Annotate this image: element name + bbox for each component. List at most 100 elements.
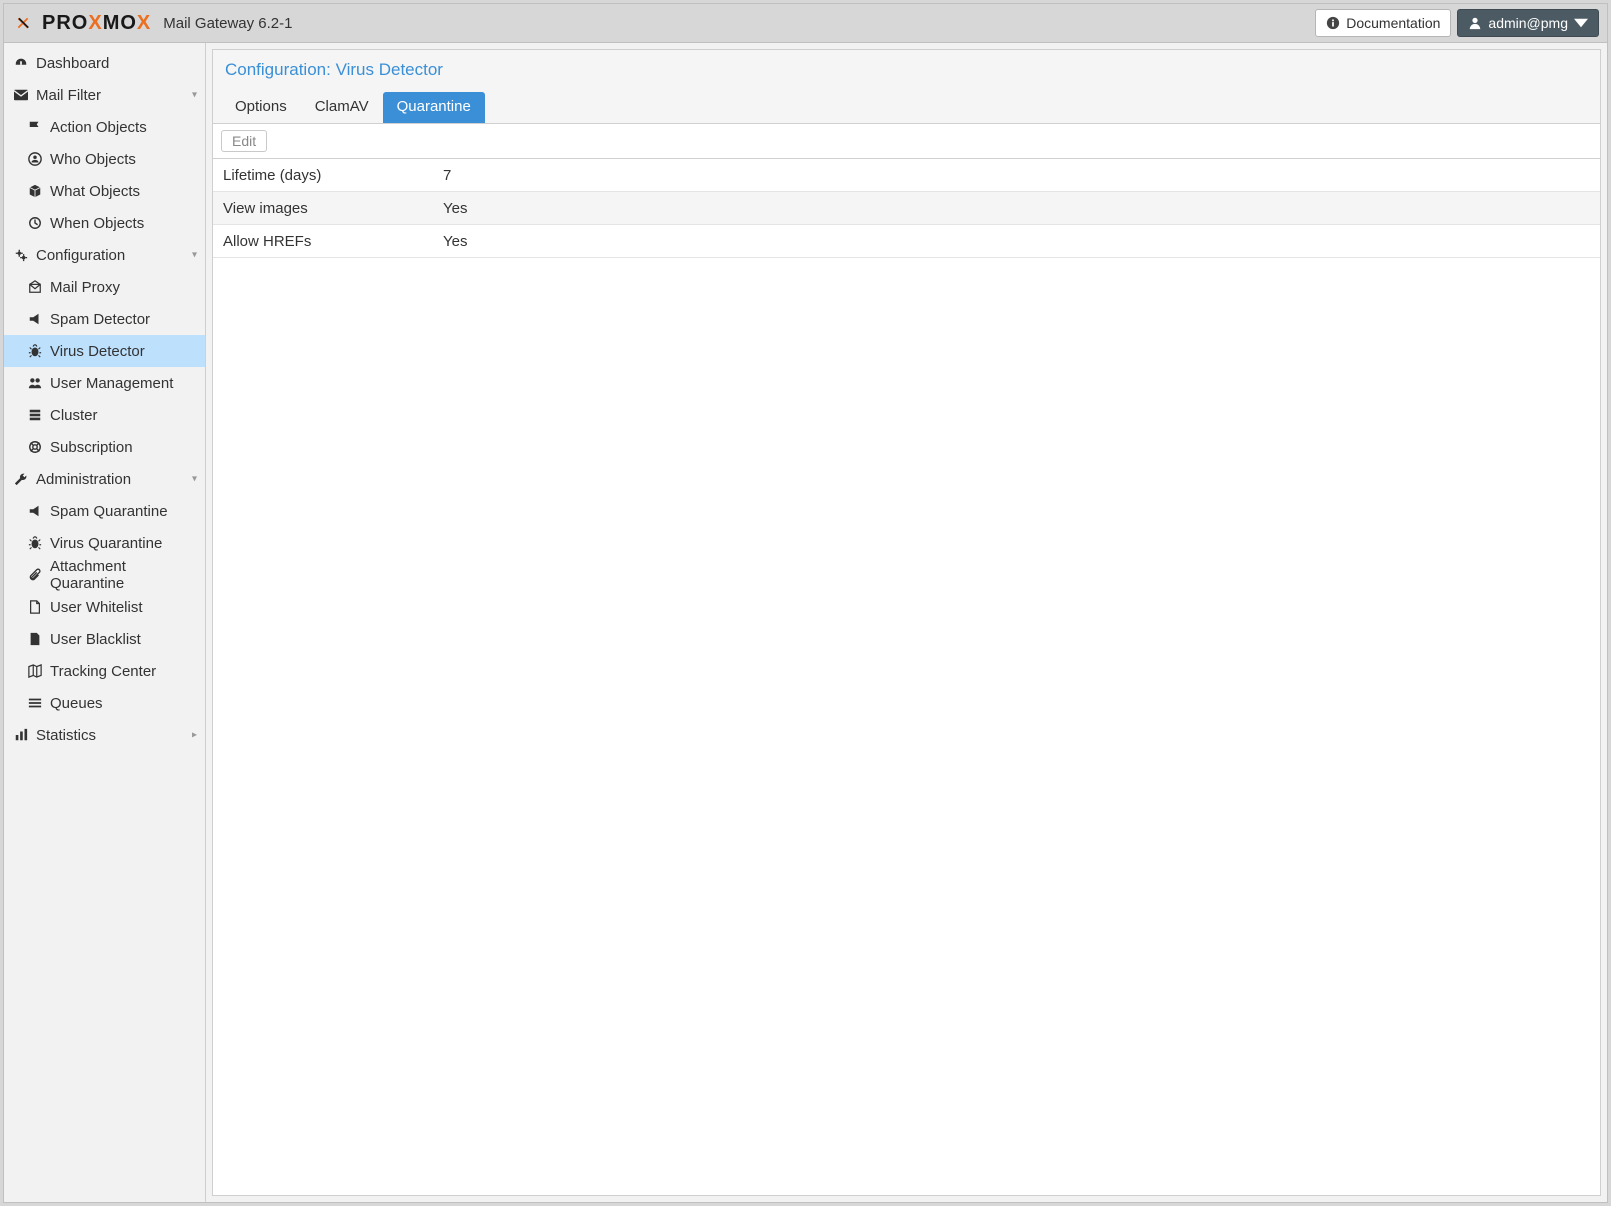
nav-mail-filter-label: Mail Filter <box>36 87 101 104</box>
user-icon <box>1468 16 1482 30</box>
tab-quarantine[interactable]: Quarantine <box>383 92 485 123</box>
bug-icon <box>28 536 42 550</box>
setting-value: Yes <box>433 225 1600 258</box>
wrench-icon <box>14 472 28 486</box>
user-circle-icon <box>28 152 42 166</box>
setting-value: Yes <box>433 192 1600 225</box>
tab-clamav[interactable]: ClamAV <box>301 92 383 123</box>
envelope-open-icon <box>28 280 42 294</box>
nav-user-blacklist-label: User Blacklist <box>50 631 141 648</box>
nav-dashboard[interactable]: Dashboard <box>4 47 205 79</box>
users-icon <box>28 376 42 390</box>
nav-virus-quarantine-label: Virus Quarantine <box>50 535 162 552</box>
settings-table: Lifetime (days)7View imagesYesAllow HREF… <box>213 159 1600 258</box>
nav-user-blacklist[interactable]: User Blacklist <box>4 623 205 655</box>
nav-attachment-quarantine[interactable]: Attachment Quarantine <box>4 559 205 591</box>
nav-what-objects[interactable]: What Objects <box>4 175 205 207</box>
nav-user-management-label: User Management <box>50 375 173 392</box>
header-bar: PROXMOX Mail Gateway 6.2-1 Documentation… <box>4 4 1607 43</box>
caret-down-icon: ▾ <box>192 250 197 261</box>
file-solid-icon <box>28 632 42 646</box>
caret-down-icon: ▾ <box>192 474 197 485</box>
dashboard-icon <box>14 56 28 70</box>
nav-dashboard-label: Dashboard <box>36 55 109 72</box>
brand-logo: PROXMOX <box>12 12 151 35</box>
nav-cluster-label: Cluster <box>50 407 98 424</box>
nav-configuration[interactable]: Configuration ▾ <box>4 239 205 271</box>
nav-user-whitelist-label: User Whitelist <box>50 599 143 616</box>
nav-subscription-label: Subscription <box>50 439 133 456</box>
caret-down-icon: ▾ <box>192 90 197 101</box>
edit-label: Edit <box>232 133 256 149</box>
table-row[interactable]: Allow HREFsYes <box>213 225 1600 258</box>
nav-queues[interactable]: Queues <box>4 687 205 719</box>
bar-chart-icon <box>14 728 28 742</box>
tab-options[interactable]: Options <box>221 92 301 123</box>
setting-name: Lifetime (days) <box>213 159 433 192</box>
setting-value: 7 <box>433 159 1600 192</box>
nav-configuration-label: Configuration <box>36 247 125 264</box>
page-title: Configuration: Virus Detector <box>225 60 443 79</box>
proxmox-x-icon <box>12 12 34 34</box>
server-icon <box>28 408 42 422</box>
nav-mail-proxy-label: Mail Proxy <box>50 279 120 296</box>
sidebar: Dashboard Mail Filter ▾ Action Objects W… <box>4 43 206 1202</box>
nav-statistics[interactable]: Statistics ▸ <box>4 719 205 751</box>
nav-tracking-center[interactable]: Tracking Center <box>4 655 205 687</box>
nav-mail-filter[interactable]: Mail Filter ▾ <box>4 79 205 111</box>
nav-spam-detector-label: Spam Detector <box>50 311 150 328</box>
caret-right-icon: ▸ <box>192 730 197 741</box>
bullhorn-icon <box>28 504 42 518</box>
nav-tracking-center-label: Tracking Center <box>50 663 156 680</box>
user-menu-button[interactable]: admin@pmg <box>1457 9 1599 37</box>
nav-who-objects[interactable]: Who Objects <box>4 143 205 175</box>
nav-user-management[interactable]: User Management <box>4 367 205 399</box>
nav-subscription[interactable]: Subscription <box>4 431 205 463</box>
nav-mail-proxy[interactable]: Mail Proxy <box>4 271 205 303</box>
clock-icon <box>28 216 42 230</box>
tab-quarantine-label: Quarantine <box>397 98 471 115</box>
tab-bar: Options ClamAV Quarantine <box>213 88 1600 124</box>
nav-virus-quarantine[interactable]: Virus Quarantine <box>4 527 205 559</box>
nav-administration[interactable]: Administration ▾ <box>4 463 205 495</box>
setting-name: View images <box>213 192 433 225</box>
bug-icon <box>28 344 42 358</box>
edit-button[interactable]: Edit <box>221 130 267 152</box>
brand-wordmark: PROXMOX <box>42 12 151 35</box>
bars-icon <box>28 696 42 710</box>
nav-spam-quarantine-label: Spam Quarantine <box>50 503 168 520</box>
documentation-label: Documentation <box>1346 14 1440 32</box>
cube-icon <box>28 184 42 198</box>
nav-action-objects[interactable]: Action Objects <box>4 111 205 143</box>
nav-when-objects[interactable]: When Objects <box>4 207 205 239</box>
life-ring-icon <box>28 440 42 454</box>
nav-attachment-quarantine-label: Attachment Quarantine <box>50 558 195 592</box>
tab-clamav-label: ClamAV <box>315 98 369 115</box>
nav-virus-detector[interactable]: Virus Detector <box>4 335 205 367</box>
cogs-icon <box>14 248 28 262</box>
paperclip-icon <box>28 568 42 582</box>
table-row[interactable]: Lifetime (days)7 <box>213 159 1600 192</box>
nav-user-whitelist[interactable]: User Whitelist <box>4 591 205 623</box>
file-outline-icon <box>28 600 42 614</box>
panel-header: Configuration: Virus Detector <box>213 50 1600 88</box>
tab-options-label: Options <box>235 98 287 115</box>
nav-virus-detector-label: Virus Detector <box>50 343 145 360</box>
nav-spam-detector[interactable]: Spam Detector <box>4 303 205 335</box>
nav-queues-label: Queues <box>50 695 103 712</box>
nav-statistics-label: Statistics <box>36 727 96 744</box>
chevron-down-icon <box>1574 16 1588 30</box>
nav-who-objects-label: Who Objects <box>50 151 136 168</box>
nav-administration-label: Administration <box>36 471 131 488</box>
info-icon <box>1326 16 1340 30</box>
nav-cluster[interactable]: Cluster <box>4 399 205 431</box>
documentation-button[interactable]: Documentation <box>1315 9 1451 37</box>
app-title: Mail Gateway 6.2-1 <box>163 15 292 32</box>
nav-spam-quarantine[interactable]: Spam Quarantine <box>4 495 205 527</box>
nav-action-objects-label: Action Objects <box>50 119 147 136</box>
table-row[interactable]: View imagesYes <box>213 192 1600 225</box>
bullhorn-icon <box>28 312 42 326</box>
envelope-icon <box>14 88 28 102</box>
nav-when-objects-label: When Objects <box>50 215 144 232</box>
flag-icon <box>28 120 42 134</box>
